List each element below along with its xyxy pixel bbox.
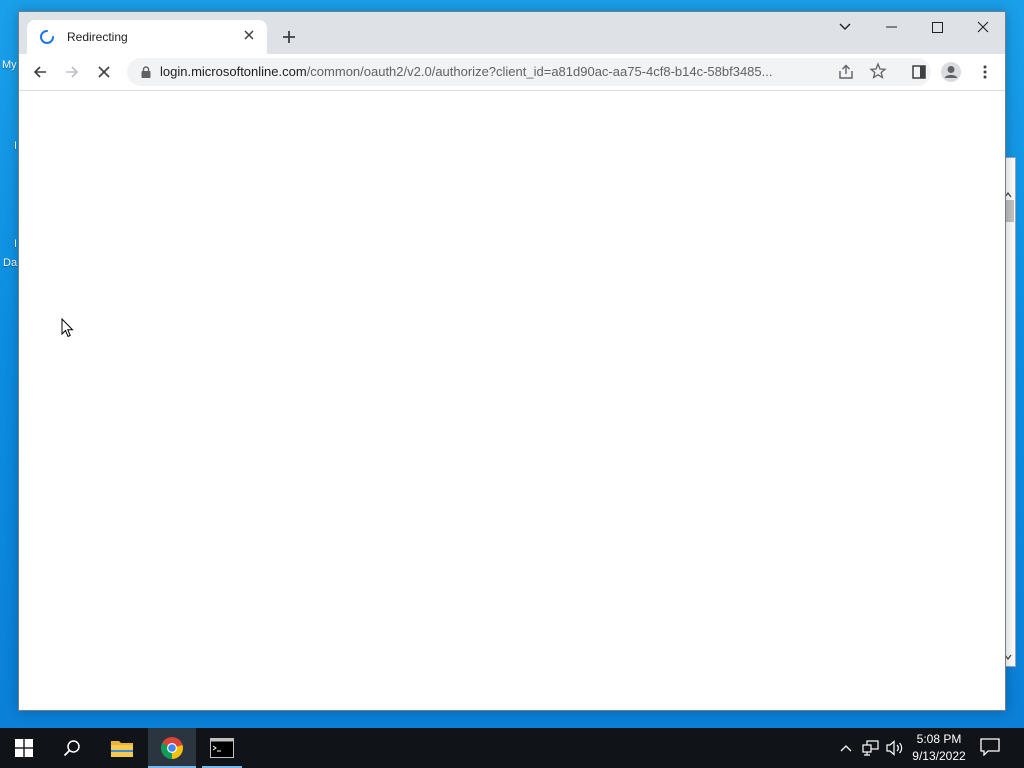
forward-arrow-icon xyxy=(66,66,79,78)
chevron-down-icon xyxy=(839,23,851,30)
tray-chevron-icon xyxy=(840,745,852,752)
file-explorer-button[interactable] xyxy=(98,728,146,768)
tray-overflow-button[interactable] xyxy=(836,738,856,758)
plus-icon xyxy=(283,31,295,43)
window-close-icon xyxy=(977,21,989,33)
close-icon[interactable] xyxy=(239,27,259,47)
desktop-icon-label-my[interactable]: My xyxy=(2,59,17,71)
chrome-taskbar-button[interactable] xyxy=(148,728,196,768)
profile-button[interactable] xyxy=(937,58,965,86)
minimize-icon xyxy=(885,26,897,28)
maximize-icon xyxy=(931,21,943,33)
network-icon xyxy=(862,740,879,756)
mouse-cursor-icon xyxy=(61,317,75,338)
action-center-button[interactable] xyxy=(980,738,1002,758)
side-panel-button[interactable] xyxy=(905,58,933,86)
browser-tab[interactable]: Redirecting xyxy=(27,20,267,54)
maximize-button[interactable] xyxy=(914,12,960,42)
url-path: /common/oauth2/v2.0/authorize?client_id=… xyxy=(306,64,773,79)
tab-search-button[interactable] xyxy=(822,12,868,42)
search-icon xyxy=(63,740,80,757)
notification-icon xyxy=(980,738,1000,757)
command-prompt-button[interactable] xyxy=(198,728,246,768)
stop-loading-icon xyxy=(98,66,110,78)
profile-icon xyxy=(941,62,961,82)
desktop-icon-label-fragment[interactable]: I xyxy=(14,140,17,152)
start-button[interactable] xyxy=(0,728,48,768)
back-arrow-icon xyxy=(33,66,46,78)
windows-logo-icon xyxy=(15,739,33,757)
tab-title: Redirecting xyxy=(67,30,128,44)
clock-date: 9/13/2022 xyxy=(912,749,966,763)
network-button[interactable] xyxy=(861,738,881,758)
lock-icon[interactable] xyxy=(139,65,153,79)
address-bar[interactable]: login.microsoftonline.com/common/oauth2/… xyxy=(127,58,931,86)
browser-titlebar: Redirecting xyxy=(19,12,1005,54)
kebab-menu-icon xyxy=(983,65,987,79)
forward-button[interactable] xyxy=(58,58,86,86)
clock-time: 5:08 PM xyxy=(916,732,962,746)
file-explorer-icon xyxy=(111,741,133,757)
new-tab-button[interactable] xyxy=(277,26,301,50)
volume-icon xyxy=(886,740,903,756)
taskbar-search-button[interactable] xyxy=(48,728,96,768)
stop-loading-button[interactable] xyxy=(90,58,118,86)
command-prompt-icon xyxy=(210,738,234,758)
browser-window: Redirecting login.microsoftonline.com/co… xyxy=(18,11,1006,711)
bookmark-star-icon[interactable] xyxy=(869,62,889,82)
chrome-icon xyxy=(160,737,183,759)
browser-toolbar: login.microsoftonline.com/common/oauth2/… xyxy=(19,54,1005,91)
back-button[interactable] xyxy=(26,58,54,86)
volume-button[interactable] xyxy=(885,738,905,758)
desktop-icon-label-fragment[interactable]: I xyxy=(14,238,17,250)
share-icon[interactable] xyxy=(837,63,857,81)
background-scrollbar-thumb[interactable] xyxy=(1006,200,1014,222)
taskbar: 5:08 PM 9/13/2022 xyxy=(0,728,1024,768)
minimize-button[interactable] xyxy=(868,12,914,42)
side-panel-icon xyxy=(912,65,926,79)
desktop-icon-label-da[interactable]: Da xyxy=(3,257,17,269)
tab-loading-spinner-icon xyxy=(39,29,55,45)
taskbar-clock[interactable]: 5:08 PM 9/13/2022 xyxy=(906,731,972,765)
browser-menu-button[interactable] xyxy=(971,58,999,86)
close-window-button[interactable] xyxy=(960,12,1006,42)
url-host: login.microsoftonline.com xyxy=(160,64,307,79)
url-text[interactable]: login.microsoftonline.com/common/oauth2/… xyxy=(160,64,826,80)
page-content[interactable] xyxy=(19,91,1005,710)
